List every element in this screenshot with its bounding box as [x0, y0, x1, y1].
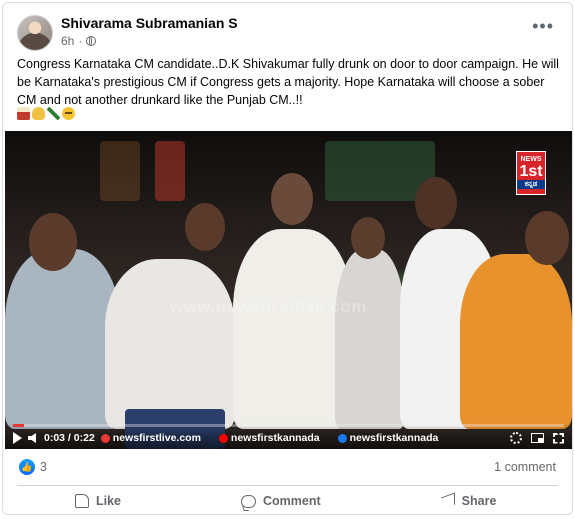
person-figure [105, 259, 235, 429]
logo-sub: ಕನ್ನಡ [517, 180, 545, 189]
reaction-summary: 👍 3 1 comment [19, 459, 556, 477]
author-avatar[interactable] [17, 15, 53, 51]
person-head [525, 211, 569, 265]
background-light [155, 141, 185, 201]
youtube-icon [218, 433, 228, 443]
video-time: 0:03 / 0:22 [44, 432, 95, 444]
progress-fill [13, 424, 25, 427]
brand-website: newsfirstlive.com [100, 432, 201, 444]
facebook-post-card: Shivarama Subramanian S 6h · ••• Congres… [2, 2, 573, 515]
brand-facebook: newsfirstkannada [337, 432, 438, 444]
flushed-face-emoji [62, 107, 75, 120]
facebook-icon [337, 433, 347, 443]
fullscreen-icon[interactable] [553, 432, 564, 444]
author-name[interactable]: Shivarama Subramanian S [61, 15, 238, 31]
video-controls: 0:03 / 0:22 newsfirstlive.com newsfirstk… [5, 423, 572, 449]
post-emojis [17, 107, 75, 120]
divider [17, 485, 558, 486]
cheers-emoji [32, 107, 45, 120]
comment-label: Comment [263, 494, 321, 508]
news-channel-logo: NEWS 1st ಕನ್ನಡ [516, 151, 546, 195]
bottle-emoji [47, 107, 60, 120]
like-reaction-icon[interactable]: 👍 [19, 459, 35, 475]
play-icon[interactable] [13, 432, 22, 444]
video-player[interactable]: NEWS 1st ಕನ್ನಡ www.newsfirstlive.com 0:0… [5, 131, 572, 449]
share-button[interactable]: Share [381, 491, 559, 511]
video-frame [5, 131, 572, 449]
comment-icon [241, 494, 257, 508]
volume-icon[interactable] [28, 433, 36, 443]
beer-emoji [17, 107, 30, 120]
post-text: Congress Karnataka CM candidate..D.K Shi… [17, 57, 559, 107]
person-head [351, 217, 385, 259]
person-head [29, 213, 77, 271]
person-figure [460, 254, 572, 429]
comments-count[interactable]: 1 comment [494, 460, 556, 474]
comment-button[interactable]: Comment [181, 491, 381, 511]
globe-icon [100, 433, 110, 443]
person-figure [5, 249, 120, 429]
post-timestamp[interactable]: 6h [61, 34, 74, 48]
thumbs-up-icon [75, 494, 89, 508]
logo-number: 1st [519, 163, 543, 180]
logo-text: NEWS [520, 156, 542, 163]
brand-youtube: newsfirstkannada [218, 432, 320, 444]
like-label: Like [96, 494, 122, 508]
person-head [415, 177, 457, 229]
post-meta: 6h · [61, 34, 97, 48]
share-icon [440, 492, 455, 510]
share-label: Share [461, 494, 497, 508]
person-figure [335, 249, 405, 429]
post-actions: Like Comment Share [17, 488, 558, 514]
right-controls [510, 432, 564, 444]
progress-bar[interactable] [13, 424, 564, 427]
post-header: Shivarama Subramanian S 6h · ••• [15, 15, 560, 53]
person-head [185, 203, 225, 251]
reactions-count[interactable]: 3 [40, 460, 47, 474]
settings-gear-icon[interactable] [510, 432, 522, 444]
like-button[interactable]: Like [17, 491, 181, 511]
picture-in-picture-icon[interactable] [531, 433, 544, 443]
controls-row: 0:03 / 0:22 newsfirstlive.com newsfirstk… [13, 429, 564, 447]
video-watermark: www.newsfirstlive.com [170, 297, 367, 316]
brand-strip: newsfirstlive.com newsfirstkannada newsf… [100, 432, 438, 444]
globe-icon[interactable] [86, 36, 97, 46]
person-head [271, 173, 313, 225]
more-options-icon[interactable]: ••• [532, 17, 554, 35]
background-light [100, 141, 140, 201]
